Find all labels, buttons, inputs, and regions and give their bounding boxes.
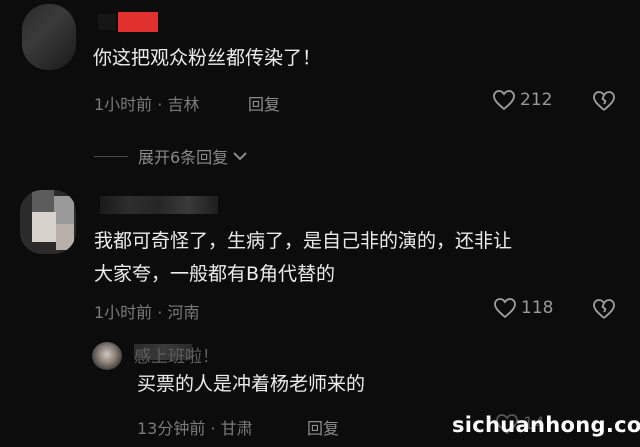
comment-text: 你这把观众粉丝都传染了！ [93,47,322,69]
username-redacted-dark [98,14,116,30]
expand-replies-button[interactable]: 展开6条回复 [94,144,249,168]
like-count: 212 [520,90,553,110]
like-count: 118 [521,298,554,318]
heart-icon [494,298,516,319]
comment-meta: 1小时前 · 吉林 [94,95,200,114]
divider [94,155,128,157]
like-button[interactable]: 212 [492,89,552,111]
username-redacted[interactable] [100,196,218,214]
chevron-down-icon [233,152,247,161]
dislike-button[interactable] [592,298,616,324]
avatar[interactable] [92,342,122,370]
broken-heart-icon [593,91,615,111]
username-redacted[interactable] [118,12,158,32]
avatar[interactable] [20,190,76,254]
reply-button[interactable]: 回复 [307,415,339,439]
expand-label: 展开6条回复 [138,148,229,167]
avatar[interactable] [22,4,76,70]
dislike-button[interactable] [592,90,616,116]
comment-text-line2: 大家夸，一般都有B角代替的 [94,263,336,285]
broken-heart-icon [593,299,615,319]
heart-icon [493,90,515,111]
reply-quote: 感上班啦！ [134,347,219,367]
reply-button[interactable]: 回复 [248,91,280,115]
comment-text-line1: 我都可奇怪了，生病了，是自己非的演的，还非让 [94,230,513,252]
reply-text: 买票的人是冲着杨老师来的 [137,373,366,395]
watermark: sichuanhong.com [452,413,640,437]
reply-meta: 13分钟前 · 甘肃 [137,419,253,438]
comment-meta: 1小时前 · 河南 [94,303,200,322]
like-button[interactable]: 118 [493,297,553,319]
